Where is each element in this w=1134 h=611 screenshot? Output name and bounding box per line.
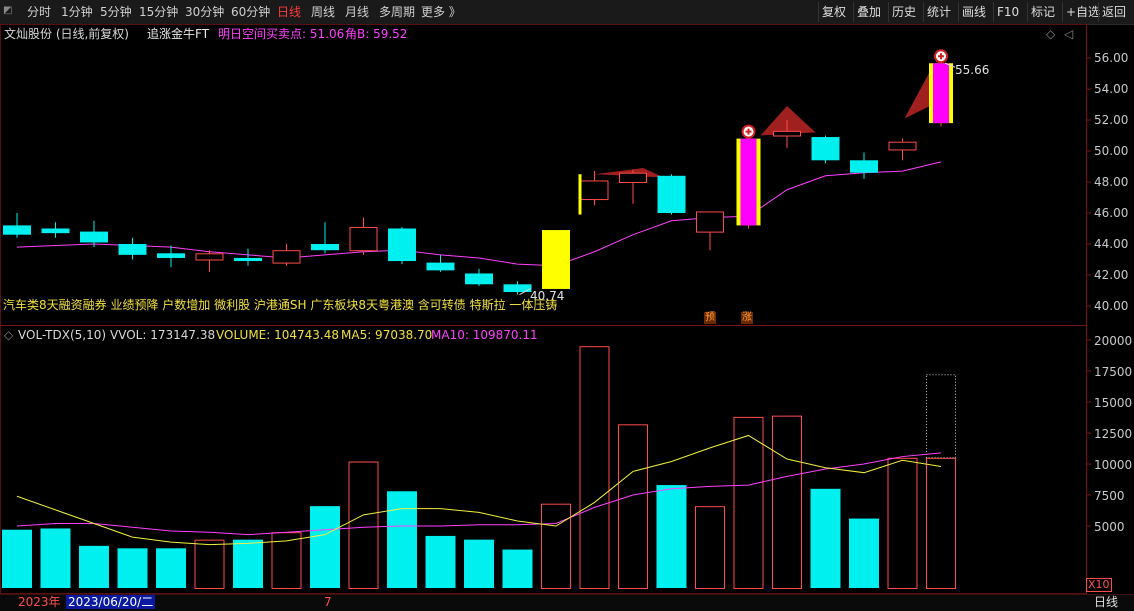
ma10-value: MA10: 109870.11 [431, 328, 538, 342]
volume-tick: 5000 [1094, 520, 1125, 534]
concept-tags[interactable]: 汽车类8天融资融券 业绩预降 户数增加 微利股 沪港通SH 广东板块8天粤港澳 … [3, 298, 557, 312]
price-ma-line [16, 161, 942, 267]
signal-marker [578, 174, 582, 215]
volume-unit: X10 [1086, 578, 1112, 592]
signal-candle [740, 138, 757, 226]
limit-up-marker[interactable]: 涨 [741, 312, 753, 324]
price-tick: 48.00 [1094, 175, 1129, 189]
volume-bar [156, 548, 186, 588]
volume-bar [348, 461, 379, 589]
signal-wing [904, 65, 933, 119]
volume-bar [117, 548, 148, 588]
volume-bar [79, 545, 109, 588]
price-tick: 52.00 [1094, 113, 1129, 127]
volume-bar [618, 424, 648, 589]
volume-layer [2, 346, 956, 590]
volume-bar [387, 491, 417, 588]
volume-bar [194, 539, 225, 590]
volume-bar [233, 539, 263, 588]
candle-body [426, 262, 455, 271]
date-axis-bar [0, 594, 1134, 611]
candle-body [272, 250, 301, 264]
candle-body [580, 180, 609, 201]
volume-bar [541, 503, 571, 589]
volume-value: VOLUME: 104743.48 [216, 328, 339, 342]
volume-estimate-bar [926, 374, 956, 459]
volume-bar [425, 535, 456, 588]
candle-body [80, 231, 108, 243]
candle-body [503, 284, 532, 293]
volume-bar [579, 346, 610, 590]
forecast-marker[interactable]: 预 [704, 312, 716, 324]
volume-bar [887, 457, 918, 589]
candle-body [850, 160, 878, 173]
volume-bar [810, 488, 841, 588]
candle-body [41, 228, 70, 234]
candle-body [157, 253, 185, 258]
volume-tick: 17500 [1094, 365, 1133, 379]
month-mark: 7 [324, 595, 332, 609]
candle-body [888, 141, 917, 151]
price-tick: 46.00 [1094, 206, 1129, 220]
price-tick: 44.00 [1094, 237, 1129, 251]
candle-body [118, 244, 147, 255]
price-tick: 54.00 [1094, 82, 1129, 96]
volume-bar [656, 485, 687, 588]
volume-bar [733, 416, 764, 589]
candle-body [773, 130, 801, 137]
cursor-date: 2023/06/20/二 [66, 595, 156, 609]
vol-indicator-name[interactable]: VOL-TDX(5,10) [18, 328, 106, 342]
ma5-value: MA5: 97038.70 [341, 328, 433, 342]
volume-bar [502, 549, 533, 588]
volume-bar [849, 518, 879, 588]
price-tick: 42.00 [1094, 268, 1129, 282]
candle-body [3, 225, 31, 235]
volume-bar [2, 529, 32, 588]
volume-tick: 10000 [1094, 458, 1133, 472]
year-label: 2023年 [18, 595, 61, 609]
volume-bar [926, 457, 956, 589]
volume-bar [464, 539, 494, 588]
candle-body [696, 211, 724, 233]
volume-bar [695, 506, 725, 589]
volume-tick: 7500 [1094, 489, 1125, 503]
vvol-value: VVOL: 173147.38 [110, 328, 216, 342]
candle-body [465, 273, 493, 285]
vol-panel-collapse-icon[interactable]: ◇ [4, 328, 13, 342]
price-tick: 40.00 [1094, 299, 1129, 313]
volume-bar [310, 506, 340, 588]
volume-bar [40, 528, 71, 588]
candle-body [234, 257, 262, 262]
signal-candle [542, 230, 570, 289]
candle-body [811, 137, 840, 161]
high-price-label: 55.66 [955, 63, 990, 77]
volume-bar [772, 415, 802, 590]
candle-body [657, 175, 686, 213]
candle-body [195, 253, 224, 261]
signal-candle [933, 63, 949, 124]
price-tick: 50.00 [1094, 144, 1129, 158]
candle-body [311, 244, 339, 251]
volume-tick: 20000 [1094, 334, 1133, 348]
candle-body [619, 172, 647, 183]
price-layer [3, 49, 956, 295]
volume-tick: 12500 [1094, 427, 1133, 441]
vol-ma10-line [16, 452, 942, 536]
vol-ma5-line [16, 434, 942, 546]
period-indicator[interactable]: 日线 [1094, 595, 1118, 609]
price-tick: 56.00 [1094, 51, 1129, 65]
candle-body [388, 228, 416, 262]
candle-body [349, 226, 378, 252]
volume-tick: 15000 [1094, 396, 1133, 410]
